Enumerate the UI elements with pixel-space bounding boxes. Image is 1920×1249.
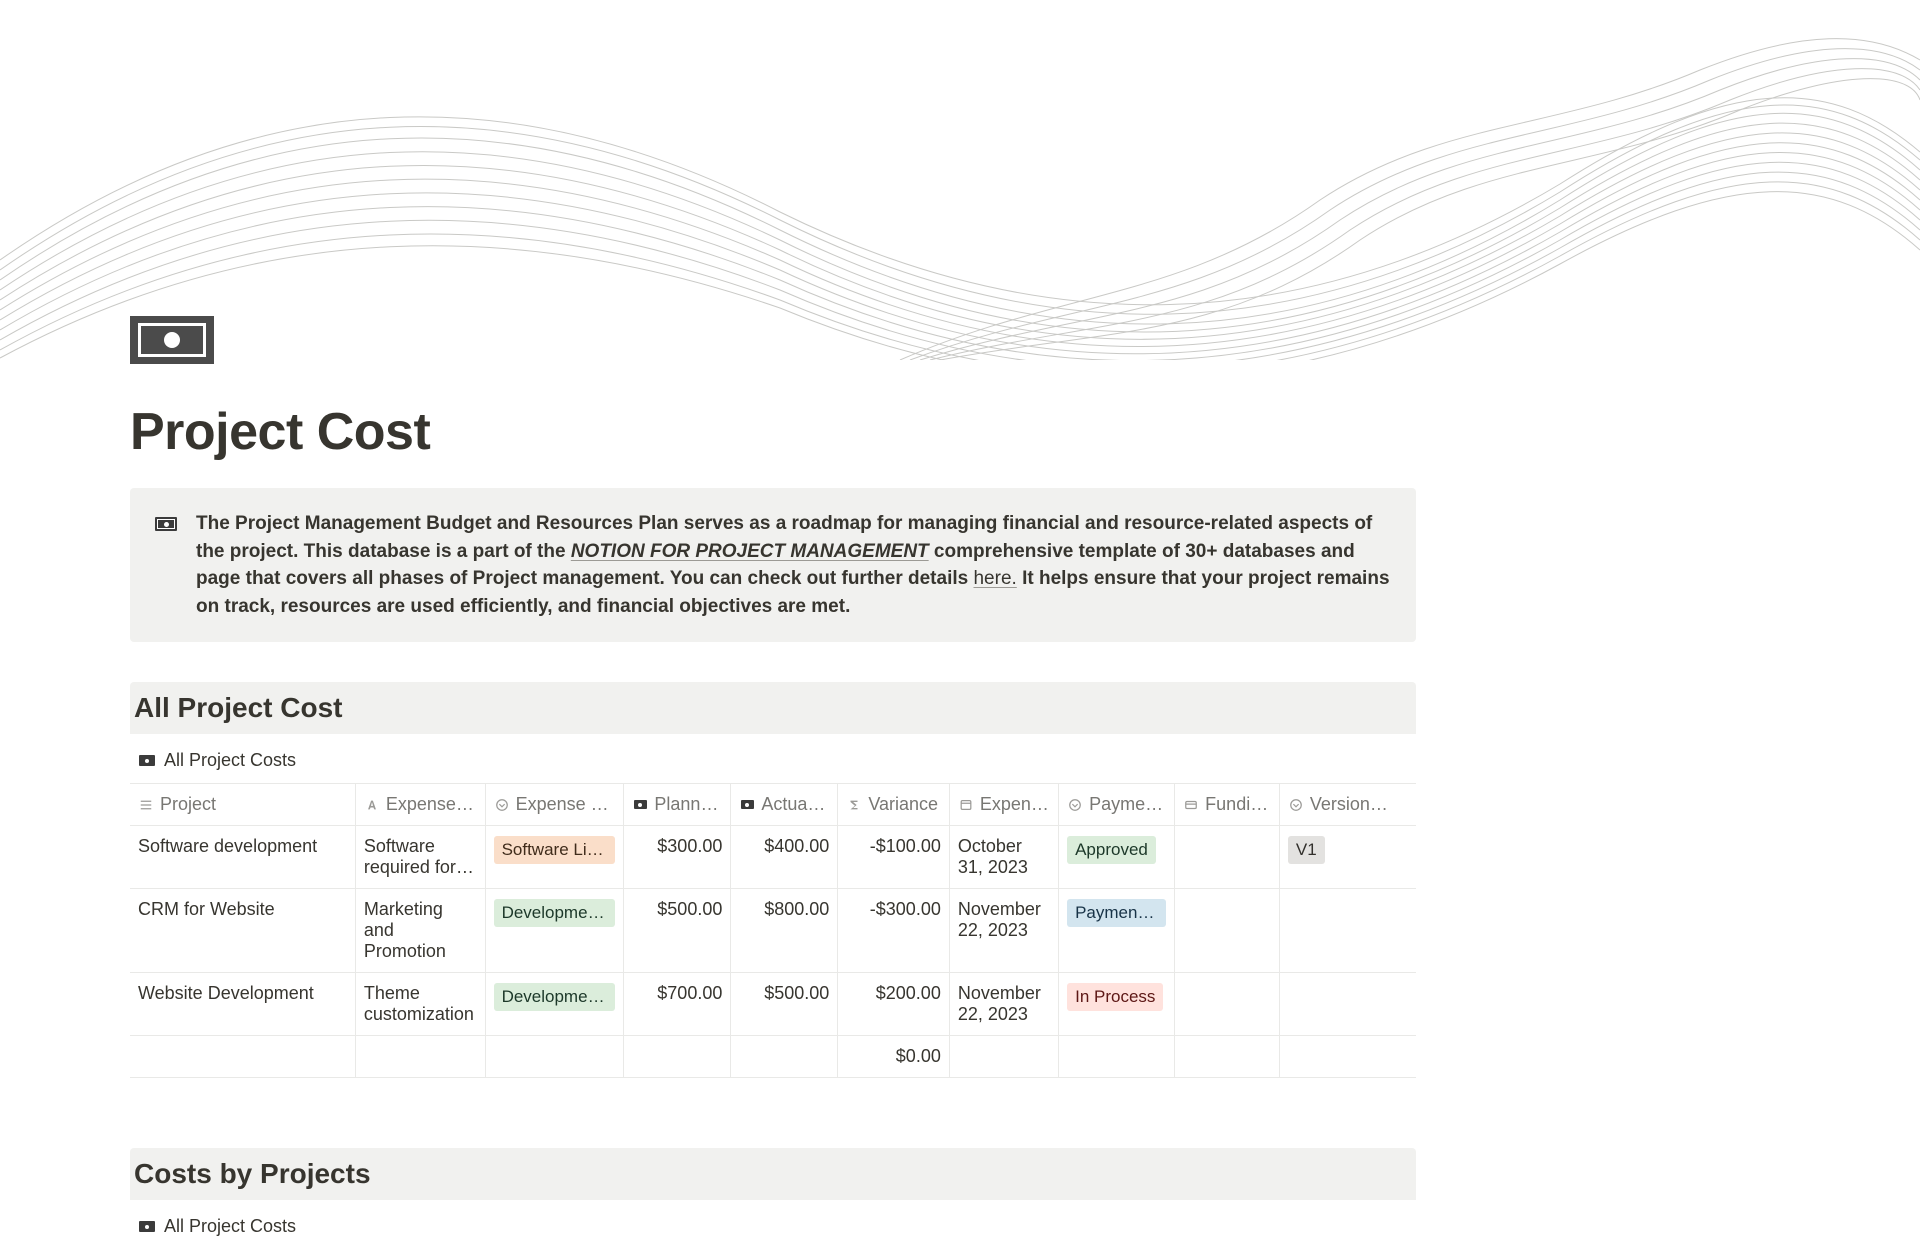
money-icon [739,797,755,813]
tag-category: Development… [494,899,616,927]
column-label: Planne… [654,794,722,815]
cell-category: Development… [485,889,624,973]
column-header-category[interactable]: Expense Ca… [485,784,624,826]
view-tab-label: All Project Costs [164,750,296,771]
select-icon [494,797,510,813]
cell-funding [1175,889,1280,973]
list-icon [138,797,154,813]
cell-category: Software Lic… [485,826,624,889]
table-row[interactable]: CRM for Website Marketing and Promotion … [130,889,1416,973]
money-icon [138,752,156,770]
column-label: Expense … [386,794,477,815]
cell-version: V1 [1279,826,1416,889]
cell-actual: $400.00 [731,826,838,889]
cell-funding [1175,826,1280,889]
money-icon [138,323,206,357]
money-icon [138,1218,156,1236]
column-label: Expense Ca… [516,794,616,815]
column-label: Project [160,794,216,815]
link-here[interactable]: here. [973,568,1016,589]
calendar-icon [958,797,974,813]
cell-project: CRM for Website [130,889,355,973]
select-icon [1067,797,1083,813]
callout-text: The Project Management Budget and Resour… [196,510,1392,620]
cell-category: Development… [485,973,624,1036]
cell-description: Theme customization [355,973,485,1036]
page-icon[interactable] [130,316,214,364]
column-label: Variance [868,794,938,815]
cell-actual: $500.00 [731,973,838,1036]
footer-variance-total: $0.00 [838,1036,950,1078]
cell-date: October 31, 2023 [949,826,1058,889]
column-header-date[interactable]: Expens… [949,784,1058,826]
view-tab-all-costs[interactable]: All Project Costs [130,734,1416,783]
table-row[interactable]: Software development Software required f… [130,826,1416,889]
section-heading-all-cost: All Project Cost [130,682,1416,734]
cell-version [1279,889,1416,973]
column-label: Payme… [1089,794,1163,815]
column-header-description[interactable]: Expense … [355,784,485,826]
column-header-version[interactable]: Version… [1279,784,1416,826]
cell-funding [1175,973,1280,1036]
cell-project: Website Development [130,973,355,1036]
column-label: Expens… [980,794,1050,815]
select-icon [1288,797,1304,813]
column-header-payment[interactable]: Payme… [1059,784,1175,826]
view-tab-all-costs-2[interactable]: All Project Costs [130,1200,1416,1249]
column-label: Actual … [761,794,829,815]
tag-version: V1 [1288,836,1325,864]
cell-variance: -$100.00 [838,826,950,889]
callout-icon [154,512,178,536]
column-label: Version… [1310,794,1388,815]
cell-payment: In Process [1059,973,1175,1036]
tag-payment: Approved [1067,836,1156,864]
view-tab-label: All Project Costs [164,1216,296,1237]
text-icon [364,797,380,813]
cell-actual: $800.00 [731,889,838,973]
section-heading-by-projects: Costs by Projects [130,1148,1416,1200]
page-title[interactable]: Project Cost [130,402,1416,462]
project-cost-table: Project Expense … Expense Ca… [130,783,1416,1078]
column-header-actual[interactable]: Actual … [731,784,838,826]
cell-project: Software development [130,826,355,889]
money-icon [155,517,177,531]
cell-payment: Payment… [1059,889,1175,973]
table-footer-row: $0.00 [130,1036,1416,1078]
link-notion-pm[interactable]: NOTION FOR PROJECT MANAGEMENT [571,541,929,562]
column-header-funding[interactable]: Fundin… [1175,784,1280,826]
column-header-planned[interactable]: Planne… [624,784,731,826]
cell-planned: $300.00 [624,826,731,889]
cell-date: November 22, 2023 [949,973,1058,1036]
callout-box: The Project Management Budget and Resour… [130,488,1416,642]
cover-image [0,0,1920,360]
tag-category: Development… [494,983,616,1011]
cell-description: Software required for… [355,826,485,889]
column-header-project[interactable]: Project [130,784,355,826]
column-header-variance[interactable]: Variance [838,784,950,826]
formula-icon [846,797,862,813]
cell-planned: $500.00 [624,889,731,973]
money-icon [632,797,648,813]
cell-variance: $200.00 [838,973,950,1036]
cell-description: Marketing and Promotion [355,889,485,973]
cell-version [1279,973,1416,1036]
cell-variance: -$300.00 [838,889,950,973]
tag-payment: Payment… [1067,899,1166,927]
cell-planned: $700.00 [624,973,731,1036]
card-icon [1183,797,1199,813]
cell-date: November 22, 2023 [949,889,1058,973]
table-row[interactable]: Website Development Theme customization … [130,973,1416,1036]
tag-category: Software Lic… [494,836,616,864]
cell-payment: Approved [1059,826,1175,889]
tag-payment: In Process [1067,983,1163,1011]
column-label: Fundin… [1205,794,1271,815]
